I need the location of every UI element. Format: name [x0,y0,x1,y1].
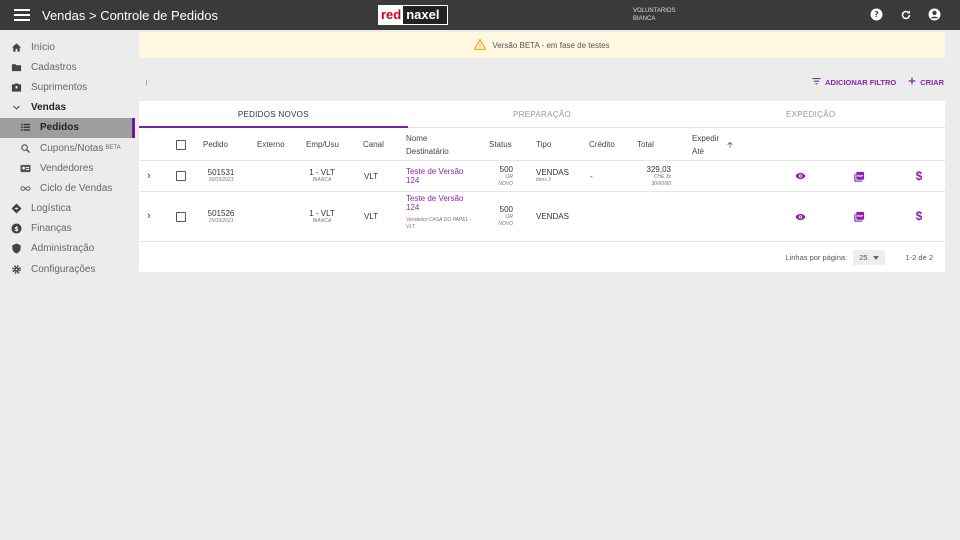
beta-banner: Versão BETA - em fase de testes [139,32,945,58]
caret-down-icon [873,253,880,262]
dollar-icon[interactable]: $ [913,192,925,241]
shield-icon [10,243,22,255]
tab-expedicao[interactable]: EXPEDIÇÃO [676,101,945,127]
cell-pedido: 501526 15/03/2021 [207,208,235,224]
sidebar-item-configuracoes[interactable]: Configurações [0,259,135,279]
diamond-icon [10,203,22,215]
svg-text:$: $ [14,225,19,233]
cell-tipo: VENDAS [536,212,569,221]
svg-text:?: ? [874,10,878,19]
add-filter-button[interactable]: ADICIONAR FILTRO [812,77,896,87]
tab-preparacao[interactable]: PREPARAÇÃO [408,101,677,127]
cell-nome: Teste de Versão 124 [406,161,476,191]
help-icon[interactable]: ? [869,7,884,22]
dollar-circle-icon: $ [10,223,22,235]
sidebar-item-vendas[interactable]: Vendas [0,98,135,118]
status-tabs: PEDIDOS NOVOS PREPARAÇÃO EXPEDIÇÃO [139,101,945,128]
table-header: Pedido Externo Emp/Usu Canal Nome Destin… [139,128,945,161]
svg-text:PDF: PDF [857,214,863,218]
row-checkbox[interactable] [176,161,186,191]
sidebar: Início Cadastros Suprimentos Vendas Pedi… [0,30,135,540]
header-credito[interactable]: Crédito [589,128,615,161]
warning-icon [473,37,487,52]
header-externo[interactable]: Externo [257,128,285,161]
cell-status: 500 OR NOVO [498,164,513,187]
header-nome-destinatario[interactable]: Nome Destinatário [406,128,449,161]
rows-per-page-label: Linhas por página: [785,252,848,262]
menu-icon[interactable] [14,9,30,21]
cell-canal: VLT [364,171,379,181]
receipt-search-icon [19,142,31,154]
organization-info[interactable]: VOLUNTARIOS BIANCA [633,7,676,23]
dollar-icon[interactable]: $ [913,161,925,191]
id-card-icon [19,162,31,174]
sidebar-item-cadastros[interactable]: Cadastros [0,57,135,77]
sidebar-item-inicio[interactable]: Início [0,37,135,57]
table-row[interactable]: › 501531 16/03/2021 1 - VLT BIANCA VLT T… [139,161,945,192]
svg-text:PDF: PDF [857,173,863,177]
customer-link[interactable]: Teste de Versão 124 [406,167,476,185]
sidebar-item-administracao[interactable]: Administração [0,239,135,259]
gear-icon [10,263,22,275]
sidebar-item-logistica[interactable]: Logística [0,199,135,219]
tab-pedidos-novos[interactable]: PEDIDOS NOVOS [139,101,408,128]
cell-canal: VLT [364,212,379,221]
header-expedir-ate[interactable]: Expedir Até [692,128,719,161]
page-range: 1-2 de 2 [905,252,933,262]
cell-status: 500 OR NOVO [498,205,513,227]
pagination: Linhas por página: 25 1-2 de 2 [785,242,933,272]
rows-per-page-select[interactable]: 25 [853,249,886,265]
sidebar-item-ciclo-de-vendas[interactable]: Ciclo de Vendas [0,178,135,198]
view-eye-icon[interactable] [794,192,806,241]
create-button[interactable]: CRIAR [908,77,944,87]
header-tipo[interactable]: Tipo [536,128,551,161]
sort-arrow-up-icon[interactable] [726,128,734,161]
view-eye-icon[interactable] [794,161,806,191]
cell-emp-usu: 1 - VLT BIANCA [309,168,335,183]
header-canal[interactable]: Canal [363,128,384,161]
cell-tipo: VENDAS Itens 2 [536,168,569,183]
filter-icon [812,77,821,87]
header-pedido[interactable]: Pedido [203,128,228,161]
top-app-bar: Vendas > Controle de Pedidos red naxel V… [0,0,960,30]
folder-icon [10,61,22,73]
header-status[interactable]: Status [489,128,512,161]
cell-nome: Teste de Versão 124 Vendedor:CASA DO PAP… [406,192,476,241]
company-logo: red naxel [378,5,448,25]
header-total[interactable]: Total [637,128,654,161]
pdf-icon[interactable]: PDF [853,161,865,191]
customer-link[interactable]: Teste de Versão 124 [406,194,476,212]
header-emp-usu[interactable]: Emp/Usu [306,128,339,161]
refresh-icon[interactable] [898,7,913,22]
sidebar-item-pedidos[interactable]: Pedidos [0,117,135,139]
sidebar-item-cupons-notas[interactable]: Cupons/Notas BETA [0,138,135,158]
sidebar-item-financas[interactable]: $ Finanças [0,219,135,239]
cell-credito: - [590,171,593,181]
infinity-icon [19,182,31,194]
row-checkbox[interactable] [176,192,186,241]
page-title: Vendas > Controle de Pedidos [42,7,218,23]
divider-tick [146,80,147,85]
cell-emp-usu: 1 - VLT BIANCA [309,208,335,224]
toolbar: ADICIONAR FILTRO CRIAR [812,77,944,87]
sidebar-item-vendedores[interactable]: Vendedores [0,158,135,178]
cell-total: 329,03 CHE 3x 30/60/90 [646,164,671,187]
home-icon [10,41,22,53]
table-row[interactable]: › 501526 15/03/2021 1 - VLT BIANCA VLT T… [139,192,945,242]
chevron-down-icon [10,102,22,114]
sidebar-item-suprimentos[interactable]: Suprimentos [0,77,135,97]
plus-icon [908,77,916,87]
list-icon [19,122,31,134]
select-all-checkbox[interactable] [176,128,186,161]
account-icon[interactable] [927,7,942,22]
orders-card: PEDIDOS NOVOS PREPARAÇÃO EXPEDIÇÃO Pedid… [139,101,945,272]
expand-row-chevron-icon[interactable]: › [147,161,151,191]
cell-pedido: 501531 16/03/2021 [207,168,235,183]
expand-row-chevron-icon[interactable]: › [147,192,151,241]
pdf-icon[interactable]: PDF [853,192,865,241]
box-icon [10,81,22,93]
